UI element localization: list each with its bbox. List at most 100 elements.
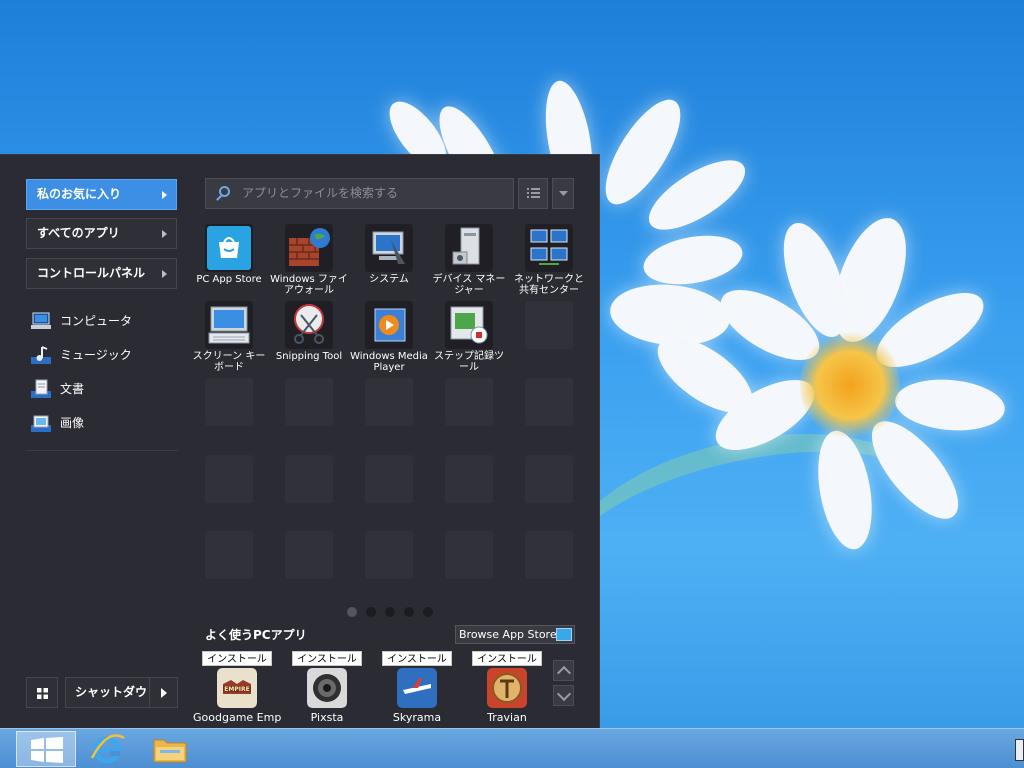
- app-name: Pixsta: [310, 711, 344, 724]
- place-label: 文書: [60, 382, 85, 396]
- tile-pc-app-store[interactable]: PC App Store: [189, 224, 269, 300]
- install-button[interactable]: インストール: [202, 651, 272, 666]
- place-item-computer[interactable]: コンピュータ: [28, 308, 178, 334]
- chevron-right-icon: [162, 270, 167, 278]
- place-item-music[interactable]: ミュージック: [28, 342, 178, 368]
- tile-system[interactable]: システム: [349, 224, 429, 300]
- app-name: Skyrama: [392, 711, 442, 724]
- place-label: コンピュータ: [60, 314, 133, 328]
- tile-steps-recorder[interactable]: ステップ記録ツール: [429, 301, 509, 377]
- empty-tile-slot: [445, 378, 493, 426]
- internet-explorer-taskbar-button[interactable]: [88, 732, 128, 766]
- steps-recorder-icon: [445, 301, 493, 349]
- install-button[interactable]: インストール: [472, 651, 542, 666]
- place-label: 画像: [60, 416, 85, 430]
- empty-tile-slot: [205, 531, 253, 579]
- music-icon: [31, 346, 51, 364]
- grid-icon: [37, 688, 48, 699]
- empty-tile-slot: [365, 531, 413, 579]
- search-placeholder: アプリとファイルを検索する: [242, 186, 399, 200]
- search-input[interactable]: アプリとファイルを検索する: [205, 178, 514, 209]
- page-dot-5[interactable]: [423, 607, 433, 617]
- tile-label: Windows ファイアウォール: [270, 274, 348, 296]
- flower-petal: [639, 228, 747, 292]
- pictures-icon: [31, 415, 51, 432]
- frequent-app-travian[interactable]: インストール Travian: [463, 651, 551, 724]
- folder-icon: [153, 739, 187, 763]
- tile-label: ネットワークと共有センター: [514, 274, 584, 296]
- device-manager-icon: [445, 224, 493, 272]
- tile-windows-firewall[interactable]: Windows ファイアウォール: [269, 224, 349, 300]
- nav-favorites-label: 私のお気に入り: [37, 187, 122, 201]
- travian-icon: [487, 668, 527, 708]
- chevron-right-icon: [162, 230, 167, 238]
- shutdown-options-button[interactable]: [149, 677, 178, 708]
- start-screen-button[interactable]: [26, 677, 58, 708]
- nav-control-panel-label: コントロールパネル: [37, 266, 146, 280]
- tile-label: システム: [369, 274, 409, 285]
- empty-tile-slot: [285, 378, 333, 426]
- page-dot-1[interactable]: [347, 607, 357, 617]
- install-button[interactable]: インストール: [382, 651, 452, 666]
- network-center-icon: [525, 224, 573, 272]
- tray-edge-icon: [1015, 739, 1024, 761]
- frequent-app-goodgame-empire[interactable]: インストール EMPIRE Goodgame Emp: [193, 651, 281, 724]
- nav-all-apps-label: すべてのアプリ: [37, 226, 120, 240]
- app-name: Goodgame Emp: [193, 711, 281, 724]
- frequent-app-skyrama[interactable]: インストール Skyrama: [373, 651, 461, 724]
- place-label: ミュージック: [60, 348, 132, 362]
- empty-tile-slot: [365, 378, 413, 426]
- search-icon: [219, 186, 230, 197]
- place-item-pictures[interactable]: 画像: [28, 410, 178, 436]
- firewall-icon: [285, 224, 333, 272]
- list-view-button[interactable]: [518, 178, 548, 209]
- file-explorer-taskbar-button[interactable]: [150, 732, 190, 766]
- flower-center: [800, 330, 900, 440]
- page-dot-3[interactable]: [385, 607, 395, 617]
- nav-control-panel-button[interactable]: コントロールパネル: [26, 258, 177, 289]
- tile-media-player[interactable]: Windows Media Player: [349, 301, 429, 377]
- documents-icon: [31, 379, 51, 398]
- nav-all-apps-button[interactable]: すべてのアプリ: [26, 218, 177, 249]
- tile-screen-keyboard[interactable]: スクリーン キーボード: [189, 301, 269, 377]
- scroll-down-button[interactable]: [553, 685, 574, 706]
- start-menu: 私のお気に入り すべてのアプリ コントロールパネル コンピュータ ミュージック: [0, 154, 600, 728]
- tile-label: スクリーン キーボード: [192, 351, 266, 373]
- browse-app-store-button[interactable]: Browse App Store: [455, 625, 575, 644]
- taskbar: [0, 728, 1024, 768]
- empty-tile-slot: [285, 531, 333, 579]
- empty-tile-slot: [365, 455, 413, 503]
- app-name: Travian: [487, 711, 527, 724]
- tile-network-center[interactable]: ネットワークと共有センター: [509, 224, 589, 300]
- system-icon: [365, 224, 413, 272]
- tile-snipping-tool[interactable]: Snipping Tool: [269, 301, 349, 377]
- nav-favorites-button[interactable]: 私のお気に入り: [26, 179, 177, 210]
- list-view-icon: [527, 188, 540, 198]
- frequent-apps-title: よく使うPCアプリ: [205, 628, 307, 642]
- screen-keyboard-icon: [205, 301, 253, 349]
- scroll-up-button[interactable]: [553, 660, 574, 681]
- empty-tile-slot: [525, 455, 573, 503]
- frequent-app-pixsta[interactable]: インストール Pixsta: [283, 651, 371, 724]
- app-store-icon: [556, 628, 572, 641]
- tile-label: PC App Store: [196, 274, 262, 285]
- empty-tile-slot: [445, 531, 493, 579]
- empty-tile-slot: [285, 455, 333, 503]
- shutdown-button[interactable]: シャットダウ: [65, 677, 150, 708]
- pixsta-icon: [307, 668, 347, 708]
- browse-app-store-label: Browse App Store: [459, 628, 557, 641]
- computer-icon: [31, 312, 51, 329]
- view-dropdown-button[interactable]: [552, 178, 574, 209]
- empty-tile-slot: [445, 455, 493, 503]
- tile-label: Snipping Tool: [275, 351, 343, 362]
- start-button[interactable]: [16, 731, 76, 767]
- place-item-documents[interactable]: 文書: [28, 376, 178, 402]
- empty-tile-slot: [525, 378, 573, 426]
- snipping-tool-icon: [285, 301, 333, 349]
- page-dot-2[interactable]: [366, 607, 376, 617]
- tile-device-manager[interactable]: デバイス マネージャー: [429, 224, 509, 300]
- install-button[interactable]: インストール: [292, 651, 362, 666]
- tile-label: Windows Media Player: [350, 351, 428, 373]
- divider: [26, 450, 178, 451]
- page-dot-4[interactable]: [404, 607, 414, 617]
